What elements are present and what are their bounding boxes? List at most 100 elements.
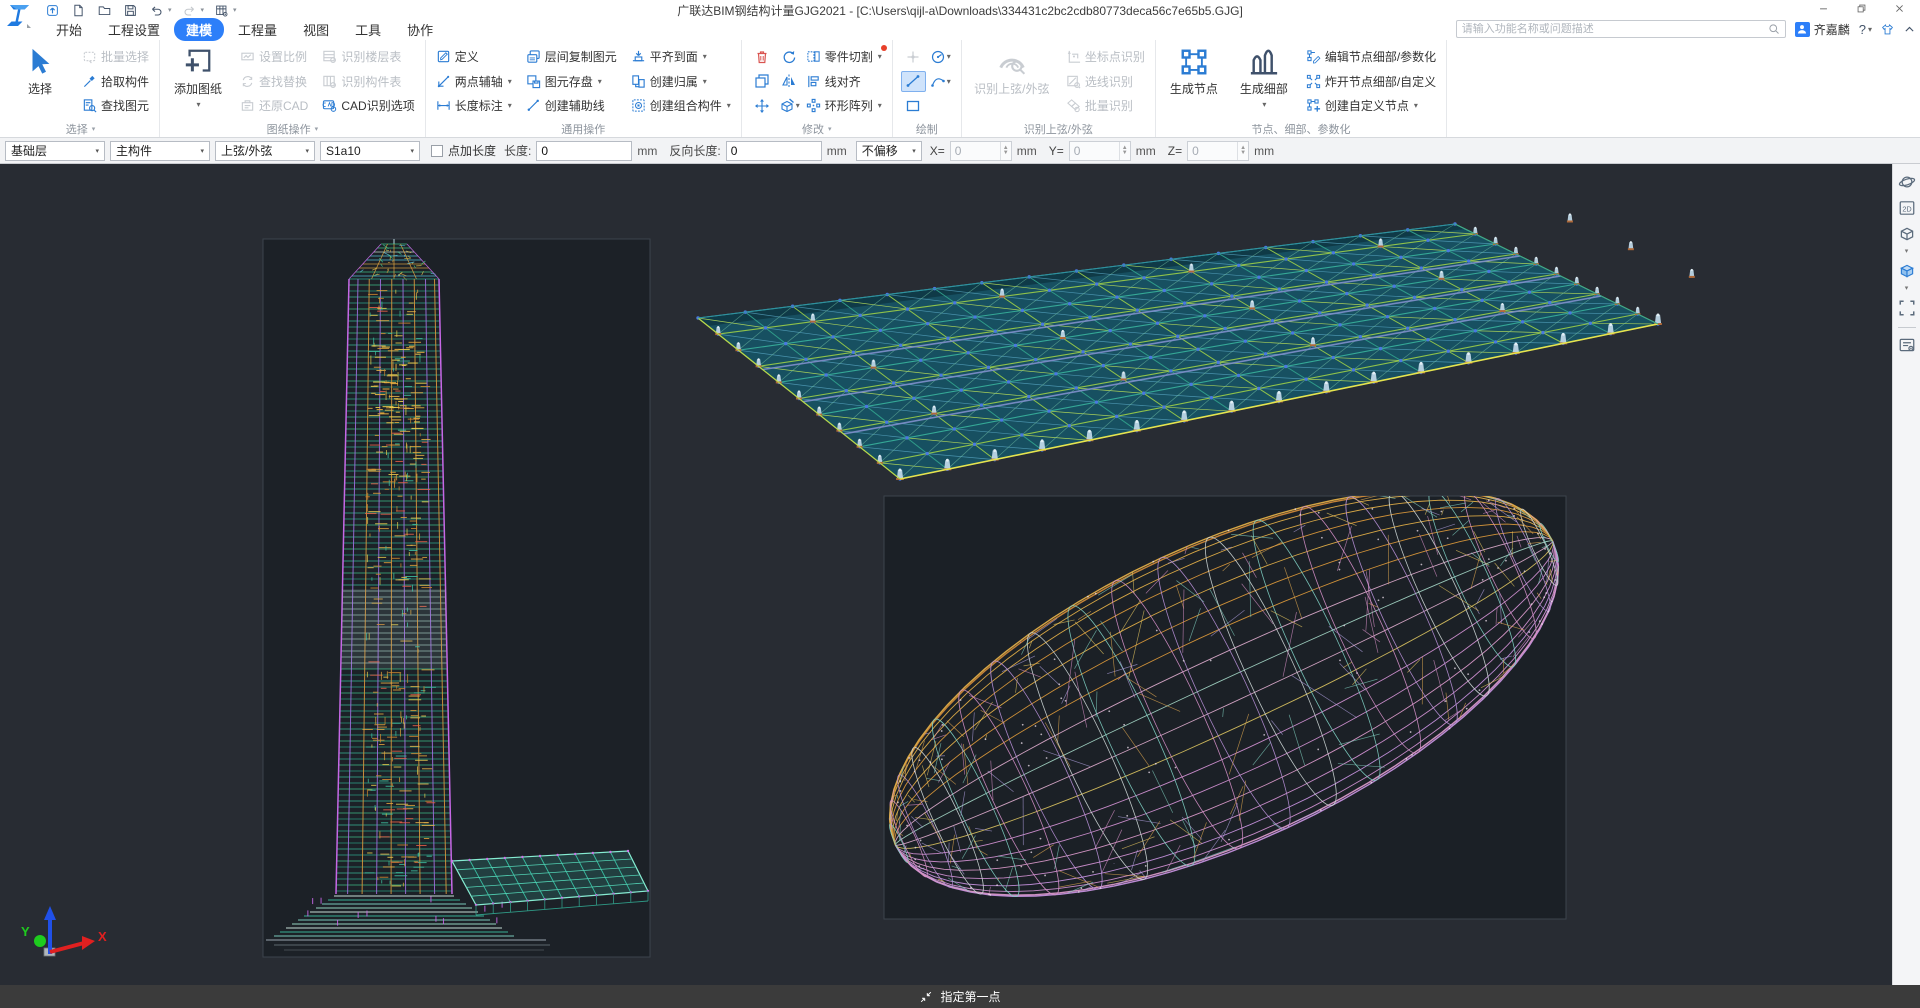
orbit-view-button[interactable] [1896, 171, 1918, 193]
group-caption-identify-chord[interactable]: 识别上弦/外弦 [970, 120, 1147, 137]
batch-select-button[interactable]: 批量选择 [80, 46, 151, 67]
floor-select[interactable]: 基础层▾ [5, 141, 105, 161]
shaded-view-button[interactable] [1896, 260, 1918, 282]
group-caption-modify[interactable]: 修改▾ [750, 120, 884, 137]
chord-select[interactable]: 上弦/外弦▾ [215, 141, 315, 161]
3d-scene[interactable] [0, 164, 1892, 985]
group-caption-general-ops[interactable]: 通用操作 [434, 120, 733, 137]
group-caption-select[interactable]: 选择▾ [10, 120, 151, 137]
tab-view[interactable]: 视图 [291, 18, 341, 41]
batch-identify-button[interactable]: 批量识别 [1064, 95, 1147, 116]
create-composite-element-button[interactable]: 创建组合构件▾ [629, 95, 733, 116]
caret-down-icon[interactable]: ▾ [168, 6, 172, 14]
tab-project-settings[interactable]: 工程设置 [96, 18, 172, 41]
x-spinner[interactable]: 0▲▼ [950, 141, 1012, 161]
open-file-button[interactable] [96, 3, 113, 18]
wireframe-view-button[interactable] [1896, 223, 1918, 245]
save-element-button[interactable]: 图元存盘▾ [524, 71, 619, 92]
group-caption-draw[interactable]: 绘制 [901, 120, 953, 137]
mirror-button[interactable] [777, 71, 802, 92]
reverse-length-input[interactable] [726, 141, 822, 161]
select-button[interactable]: 选择 [10, 45, 70, 120]
function-search-box[interactable] [1456, 20, 1786, 38]
collapse-ribbon-button[interactable] [1903, 23, 1916, 36]
length-input[interactable] [536, 141, 632, 161]
restore-button[interactable] [1842, 0, 1880, 17]
app-logo[interactable] [5, 2, 33, 30]
create-custom-node-button[interactable]: 创建自定义节点▾ [1304, 95, 1438, 116]
close-button[interactable] [1880, 0, 1918, 17]
generate-node-button[interactable]: 生成节点 [1164, 45, 1224, 120]
edit-node-detail-button[interactable]: 编辑节点细部/参数化 [1304, 46, 1438, 67]
workspace-view-button[interactable] [213, 3, 230, 18]
pick-element-button[interactable]: 拾取构件 [80, 71, 151, 92]
display-settings-button[interactable] [1896, 334, 1918, 356]
copy-button[interactable] [750, 71, 775, 92]
part-cut-button[interactable]: 零件切割▾ [804, 46, 884, 67]
element-type-select[interactable]: 主构件▾ [110, 141, 210, 161]
customize-toolbar-caret-icon[interactable]: ▾ [233, 6, 237, 14]
align-to-face-button[interactable]: 平齐到面▾ [629, 46, 733, 67]
identify-element-table-button[interactable]: 识别构件表 [320, 71, 416, 92]
draw-circle-button[interactable]: ▾ [928, 46, 953, 67]
length-dimension-button[interactable]: 长度标注▾ [434, 95, 514, 116]
theme-button[interactable] [1881, 23, 1894, 36]
tab-start[interactable]: 开始 [44, 18, 94, 41]
find-replace-button[interactable]: 查找替换 [238, 71, 310, 92]
set-scale-button[interactable]: 设置比例 [238, 46, 310, 67]
define-button[interactable]: 定义 [434, 46, 514, 67]
draw-rectangle-button[interactable] [901, 95, 926, 116]
user-account[interactable]: 齐嘉麟 [1795, 21, 1850, 38]
tab-quantity[interactable]: 工程量 [226, 18, 289, 41]
identify-floor-table-button[interactable]: 识别楼层表 [320, 46, 416, 67]
y-spinner[interactable]: 0▲▼ [1069, 141, 1131, 161]
stretch-button[interactable]: ▾ [777, 95, 802, 116]
spinner-arrows-icon[interactable]: ▲▼ [1000, 142, 1011, 160]
move-button[interactable] [750, 95, 775, 116]
create-belonging-button[interactable]: 创建归属▾ [629, 71, 733, 92]
caret-down-icon[interactable]: ▾ [1905, 249, 1909, 256]
point-add-length-checkbox[interactable] [431, 145, 443, 157]
identify-chord-button[interactable]: 识别上弦/外弦 [970, 45, 1054, 120]
select-line-identify-button[interactable]: 选线识别 [1064, 71, 1147, 92]
spinner-arrows-icon[interactable]: ▲▼ [1119, 142, 1130, 160]
generate-detail-button[interactable]: 生成细部▾ [1234, 45, 1294, 120]
add-drawing-button[interactable]: 添加图纸▾ [168, 45, 228, 120]
search-input[interactable] [1462, 23, 1764, 35]
fit-view-button[interactable] [1896, 297, 1918, 319]
coordinate-point-identify-button[interactable]: 坐标点识别 [1064, 46, 1147, 67]
publish-button[interactable] [44, 3, 61, 18]
tab-collaboration[interactable]: 协作 [395, 18, 445, 41]
explode-node-detail-button[interactable]: 炸开节点细部/自定义 [1304, 71, 1438, 92]
tab-tools[interactable]: 工具 [343, 18, 393, 41]
create-helper-line-button[interactable]: 创建辅助线 [524, 95, 619, 116]
space-frame-roof-model[interactable] [696, 213, 1695, 480]
save-button[interactable] [122, 3, 139, 18]
draw-line-button[interactable] [901, 71, 926, 92]
help-button[interactable]: ?▾ [1859, 22, 1872, 37]
caret-down-icon[interactable]: ▾ [1905, 286, 1909, 293]
two-point-aux-axis-button[interactable]: 两点辅轴▾ [434, 71, 514, 92]
offset-select[interactable]: 不偏移▾ [856, 141, 922, 161]
draw-arc-button[interactable]: ▾ [928, 71, 953, 92]
draw-point-button[interactable] [901, 46, 926, 67]
z-spinner[interactable]: 0▲▼ [1187, 141, 1249, 161]
new-file-button[interactable] [70, 3, 87, 18]
undo-button[interactable] [148, 3, 165, 18]
tab-modeling[interactable]: 建模 [174, 18, 224, 41]
group-caption-nodes[interactable]: 节点、细部、参数化 [1164, 120, 1438, 137]
viewport-canvas[interactable]: X Y [0, 164, 1892, 985]
minimize-button[interactable] [1804, 0, 1842, 17]
cad-identify-options-button[interactable]: CAD识别选项 [320, 95, 416, 116]
line-align-button[interactable]: 线对齐 [804, 71, 863, 92]
rotate-button[interactable] [777, 46, 802, 67]
find-graphic-button[interactable]: 查找图元 [80, 95, 151, 116]
group-caption-drawing-ops[interactable]: 图纸操作▾ [168, 120, 417, 137]
spinner-arrows-icon[interactable]: ▲▼ [1237, 142, 1248, 160]
caret-down-icon[interactable]: ▾ [201, 6, 205, 14]
delete-button[interactable] [750, 46, 775, 67]
section-select[interactable]: S1a10▾ [320, 141, 420, 161]
copy-between-floors-button[interactable]: 层间复制图元 [524, 46, 619, 67]
ring-array-button[interactable]: 环形阵列▾ [804, 95, 884, 116]
redo-button[interactable] [181, 3, 198, 18]
